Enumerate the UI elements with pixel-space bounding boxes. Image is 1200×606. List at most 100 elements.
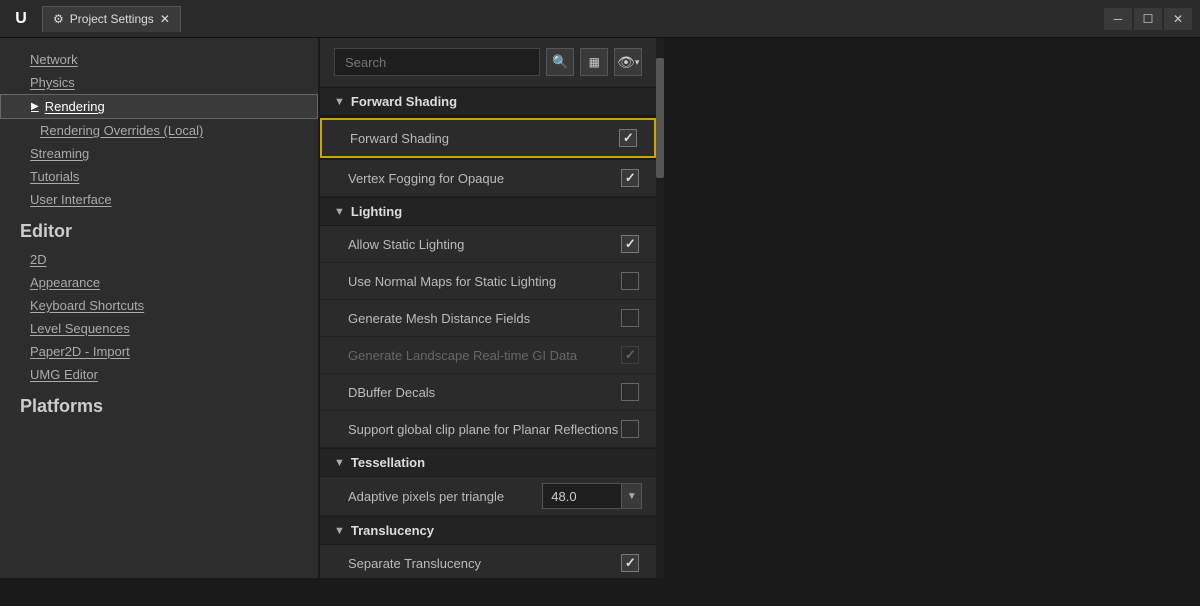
visibility-button[interactable]: 👁▾ (614, 48, 642, 76)
checkbox-generate-mesh-distance[interactable] (621, 309, 639, 327)
checkbox-global-clip[interactable] (621, 420, 639, 438)
sidebar-item-appearance[interactable]: Appearance (0, 271, 318, 294)
ue-logo: U (8, 6, 34, 32)
close-button[interactable]: ✕ (1164, 8, 1192, 30)
row-label: Vertex Fogging for Opaque (348, 171, 618, 186)
sidebar-item-tutorials[interactable]: Tutorials (0, 165, 318, 188)
search-button[interactable]: 🔍 (546, 48, 574, 76)
checkbox-dbuffer-decals[interactable] (621, 383, 639, 401)
maximize-button[interactable]: ☐ (1134, 8, 1162, 30)
sidebar-item-keyboard-shortcuts[interactable]: Keyboard Shortcuts (0, 294, 318, 317)
section-collapse-arrow: ▼ (334, 206, 345, 218)
sidebar-item-label: Physics (30, 75, 75, 90)
row-label: DBuffer Decals (348, 385, 618, 400)
checkbox-container[interactable] (618, 306, 642, 330)
sidebar-item-label: Network (30, 52, 78, 67)
window-controls: ─ ☐ ✕ (1104, 8, 1192, 30)
checkbox-container[interactable] (618, 551, 642, 575)
editor-section-title: Editor (0, 211, 318, 248)
title-bar: U ⚙ Project Settings ✕ ─ ☐ ✕ (0, 0, 1200, 38)
sidebar-item-label: Rendering Overrides (Local) (40, 123, 203, 138)
settings-row-adaptive-pixels: Adaptive pixels per triangle 48.0 ▼ (320, 477, 656, 516)
section-header-lighting[interactable]: ▼ Lighting (320, 197, 656, 226)
checkbox-forward-shading[interactable] (619, 129, 637, 147)
section-header-tessellation[interactable]: ▼ Tessellation (320, 448, 656, 477)
number-value: 48.0 (543, 489, 621, 504)
title-bar-left: U ⚙ Project Settings ✕ (8, 6, 181, 32)
sidebar-item-label: Streaming (30, 146, 89, 161)
checkbox-generate-landscape (621, 346, 639, 364)
settings-row-generate-mesh-distance: Generate Mesh Distance Fields (320, 300, 656, 337)
sidebar: Network Physics Rendering Rendering Over… (0, 38, 320, 578)
sidebar-item-rendering[interactable]: Rendering (0, 94, 318, 119)
adaptive-pixels-input[interactable]: 48.0 ▼ (542, 483, 642, 509)
row-label: Allow Static Lighting (348, 237, 618, 252)
checkbox-allow-static-lighting[interactable] (621, 235, 639, 253)
sidebar-item-user-interface[interactable]: User Interface (0, 188, 318, 211)
checkbox-container (618, 343, 642, 367)
checkbox-use-normal-maps[interactable] (621, 272, 639, 290)
checkbox-container[interactable] (618, 380, 642, 404)
scrollbar-thumb[interactable] (656, 58, 664, 178)
sidebar-item-label: Level Sequences (30, 321, 130, 336)
checkbox-container[interactable] (618, 232, 642, 256)
section-header-label: Translucency (351, 523, 434, 538)
section-header-label: Lighting (351, 204, 402, 219)
section-header-forward-shading[interactable]: ▼ Forward Shading (320, 87, 656, 116)
section-collapse-arrow: ▼ (334, 457, 345, 469)
sidebar-item-label: User Interface (30, 192, 112, 207)
tab-label: Project Settings (70, 12, 154, 26)
settings-row-global-clip: Support global clip plane for Planar Ref… (320, 411, 656, 448)
sidebar-item-level-sequences[interactable]: Level Sequences (0, 317, 318, 340)
row-label: Generate Mesh Distance Fields (348, 311, 618, 326)
settings-row-forward-shading: Forward Shading (320, 118, 656, 158)
sidebar-item-streaming[interactable]: Streaming (0, 142, 318, 165)
section-collapse-arrow: ▼ (334, 96, 345, 108)
sidebar-item-label: Keyboard Shortcuts (30, 298, 144, 313)
section-header-translucency[interactable]: ▼ Translucency (320, 516, 656, 545)
settings-row-dbuffer-decals: DBuffer Decals (320, 374, 656, 411)
search-bar: 🔍 ▦ 👁▾ (320, 38, 656, 87)
content-inner: 🔍 ▦ 👁▾ ▼ Forward Shading Forward Shading… (320, 38, 656, 578)
settings-row-allow-static-lighting: Allow Static Lighting (320, 226, 656, 263)
number-decrement[interactable]: ▼ (621, 484, 641, 508)
sidebar-item-label: Appearance (30, 275, 100, 290)
sidebar-item-label: Tutorials (30, 169, 79, 184)
gear-icon: ⚙ (53, 12, 64, 26)
scrollbar-track[interactable] (656, 38, 664, 578)
sidebar-item-network[interactable]: Network (0, 48, 318, 71)
sidebar-item-2d[interactable]: 2D (0, 248, 318, 271)
sidebar-item-label: 2D (30, 252, 47, 267)
row-label: Separate Translucency (348, 556, 618, 571)
checkbox-container[interactable] (618, 417, 642, 441)
row-label: Generate Landscape Real-time GI Data (348, 348, 618, 363)
sidebar-item-physics[interactable]: Physics (0, 71, 318, 94)
row-label: Support global clip plane for Planar Ref… (348, 422, 618, 437)
tab-close-icon[interactable]: ✕ (160, 12, 170, 26)
minimize-button[interactable]: ─ (1104, 8, 1132, 30)
project-settings-tab[interactable]: ⚙ Project Settings ✕ (42, 6, 181, 32)
sidebar-item-rendering-overrides[interactable]: Rendering Overrides (Local) (0, 119, 318, 142)
sidebar-item-paper2d[interactable]: Paper2D - Import (0, 340, 318, 363)
settings-row-separate-translucency: Separate Translucency (320, 545, 656, 578)
sidebar-item-umg-editor[interactable]: UMG Editor (0, 363, 318, 386)
main-layout: Network Physics Rendering Rendering Over… (0, 38, 1200, 578)
checkbox-container[interactable] (618, 269, 642, 293)
checkbox-container[interactable] (618, 166, 642, 190)
section-header-label: Forward Shading (351, 94, 457, 109)
settings-row-vertex-fogging: Vertex Fogging for Opaque (320, 160, 656, 197)
row-label: Use Normal Maps for Static Lighting (348, 274, 618, 289)
checkbox-separate-translucency[interactable] (621, 554, 639, 572)
sidebar-item-label: UMG Editor (30, 367, 98, 382)
sidebar-item-label: Paper2D - Import (30, 344, 130, 359)
section-header-label: Tessellation (351, 455, 425, 470)
row-label: Adaptive pixels per triangle (348, 489, 542, 504)
checkbox-container[interactable] (616, 126, 640, 150)
checkbox-vertex-fogging[interactable] (621, 169, 639, 187)
row-label: Forward Shading (350, 131, 616, 146)
search-input[interactable] (334, 48, 540, 76)
grid-view-button[interactable]: ▦ (580, 48, 608, 76)
content-area-wrapper: 🔍 ▦ 👁▾ ▼ Forward Shading Forward Shading… (320, 38, 664, 578)
sidebar-item-label: Rendering (45, 99, 105, 114)
section-collapse-arrow: ▼ (334, 525, 345, 537)
